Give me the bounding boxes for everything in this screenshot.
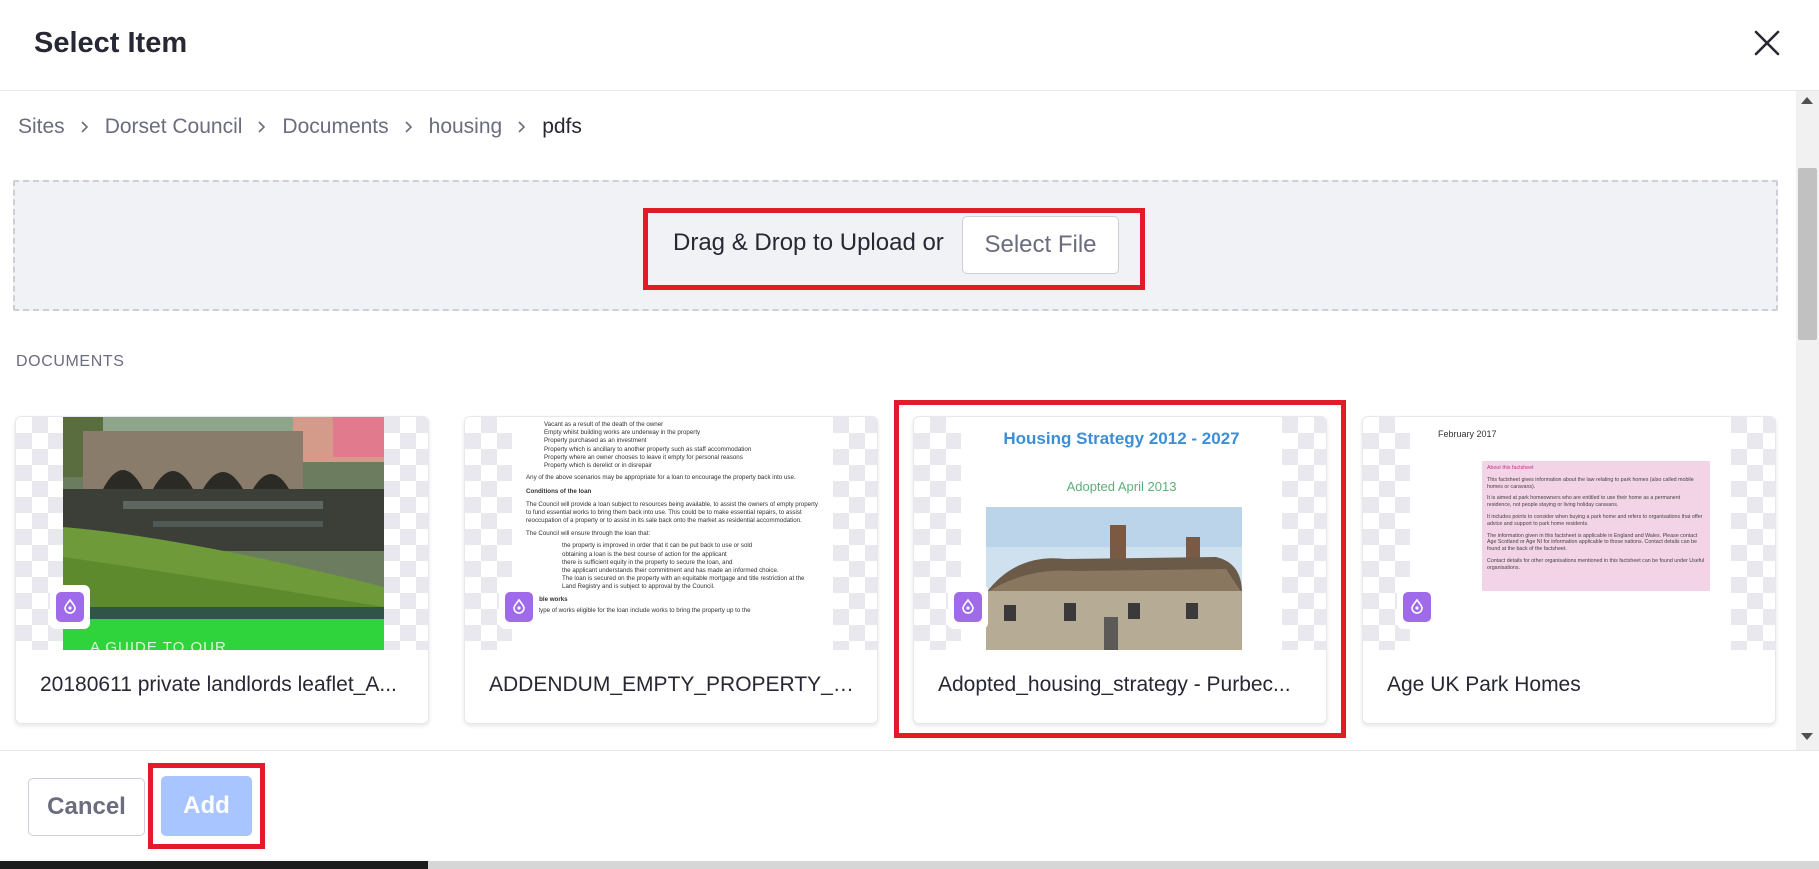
horizontal-scrollbar[interactable] bbox=[428, 861, 1819, 869]
breadcrumb: Sites Dorset Council Documents housing p… bbox=[18, 115, 582, 139]
taskbar-strip bbox=[0, 861, 428, 869]
chevron-right-icon bbox=[405, 121, 412, 133]
document-title: 20180611 private landlords leaflet_A... bbox=[40, 673, 397, 696]
add-button[interactable]: Add bbox=[161, 776, 252, 836]
highlight-box-selected-card bbox=[894, 400, 1346, 738]
scroll-down-arrow-icon[interactable] bbox=[1801, 733, 1813, 740]
modal-footer: Cancel Add bbox=[0, 750, 1819, 869]
pdf-icon bbox=[1411, 598, 1423, 614]
document-card[interactable]: February 2017 About this factsheet This … bbox=[1362, 416, 1776, 724]
drop-upload-text: Drag & Drop to Upload or bbox=[673, 229, 944, 256]
document-card[interactable]: Vacant as a result of the death of the o… bbox=[464, 416, 878, 724]
page-preview: Vacant as a result of the death of the o… bbox=[512, 417, 833, 650]
document-card[interactable]: A GUIDE TO OUR 20180611 private landlord… bbox=[15, 416, 429, 724]
document-title: Age UK Park Homes bbox=[1387, 673, 1581, 696]
modal-title: Select Item bbox=[34, 27, 188, 59]
chevron-right-icon bbox=[518, 121, 526, 133]
scroll-up-arrow-icon[interactable] bbox=[1801, 97, 1813, 104]
close-button[interactable] bbox=[1748, 24, 1786, 62]
preview-info-box: About this factsheet This factsheet give… bbox=[1482, 461, 1710, 591]
modal-body: Sites Dorset Council Documents housing p… bbox=[0, 91, 1796, 750]
pdf-icon bbox=[64, 598, 76, 614]
pdf-badge bbox=[499, 585, 539, 629]
select-file-button[interactable]: Select File bbox=[962, 216, 1119, 274]
page-preview: February 2017 About this factsheet This … bbox=[1410, 417, 1731, 650]
chevron-right-icon bbox=[81, 121, 88, 133]
preview-date: February 2017 bbox=[1438, 429, 1497, 439]
river-bridge-photo bbox=[63, 417, 384, 650]
cancel-button[interactable]: Cancel bbox=[28, 778, 145, 836]
pdf-badge bbox=[1397, 585, 1437, 629]
scrollbar-thumb[interactable] bbox=[1798, 168, 1817, 340]
breadcrumb-item-documents[interactable]: Documents bbox=[282, 115, 388, 139]
thumbnail-caption: A GUIDE TO OUR bbox=[90, 639, 227, 650]
breadcrumb-item-sites[interactable]: Sites bbox=[18, 115, 65, 139]
documents-section-label: DOCUMENTS bbox=[16, 353, 125, 370]
chevron-right-icon bbox=[258, 121, 266, 133]
breadcrumb-item-pdfs: pdfs bbox=[542, 115, 582, 138]
document-title: ADDENDUM_EMPTY_PROPERTY_LO... bbox=[489, 673, 859, 696]
pdf-icon bbox=[513, 598, 525, 614]
close-icon[interactable] bbox=[1748, 24, 1786, 62]
modal-header: Select Item bbox=[0, 0, 1819, 91]
breadcrumb-item-housing[interactable]: housing bbox=[429, 115, 503, 139]
pdf-badge bbox=[50, 585, 90, 629]
breadcrumb-item-dorset-council[interactable]: Dorset Council bbox=[105, 115, 243, 139]
